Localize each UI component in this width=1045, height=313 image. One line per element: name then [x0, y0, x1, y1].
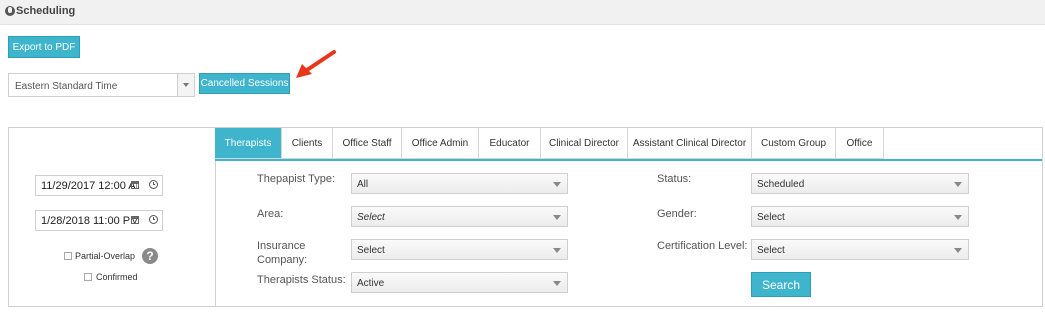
clock-icon[interactable] [149, 180, 158, 189]
search-button[interactable]: Search [751, 272, 811, 297]
date-range-column: 11/29/2017 12:00 AM 1/28/2018 11:00 PM P… [9, 128, 216, 306]
gender-label: Gender: [657, 208, 697, 220]
certification-value: Select [757, 245, 785, 256]
group-tabs: Therapists Clients Office Staff Office A… [215, 128, 884, 160]
page-title: Scheduling [16, 5, 76, 17]
calendar-icon[interactable] [131, 216, 139, 224]
clock-icon[interactable] [149, 215, 158, 224]
end-date-input[interactable]: 1/28/2018 11:00 PM [35, 210, 163, 231]
gender-select[interactable]: Select [751, 206, 969, 227]
gender-value: Select [757, 212, 785, 223]
chevron-down-icon [553, 248, 561, 253]
chevron-down-icon [954, 248, 962, 253]
timezone-value: Eastern Standard Time [15, 81, 118, 92]
insurance-select[interactable]: Select [351, 239, 568, 260]
timezone-dropdown-toggle[interactable] [177, 74, 194, 96]
therapist-type-label: Thepapist Type: [257, 173, 336, 185]
chevron-down-icon [183, 83, 189, 87]
tab-office-staff[interactable]: Office Staff [333, 128, 402, 159]
tab-educator[interactable]: Educator [479, 128, 541, 159]
status-value: Scheduled [757, 179, 805, 190]
tab-clinical-director[interactable]: Clinical Director [541, 128, 628, 159]
confirmed-label: Confirmed [96, 272, 138, 282]
tab-assistant-clinical-director[interactable]: Assistant Clinical Director [628, 128, 752, 159]
tab-clients[interactable]: Clients [282, 128, 333, 159]
chevron-down-icon [954, 215, 962, 220]
therapist-status-label: Therapists Status: [257, 274, 346, 286]
start-date-value: 11/29/2017 12:00 AM [41, 180, 137, 192]
area-value: Select [357, 212, 385, 223]
cancelled-sessions-button[interactable]: Cancelled Sessions [199, 73, 290, 94]
therapist-type-value: All [357, 179, 369, 190]
tab-custom-group[interactable]: Custom Group [752, 128, 836, 159]
certification-label: Certification Level: [657, 240, 748, 252]
chevron-down-icon [553, 182, 561, 187]
chevron-down-icon [553, 215, 561, 220]
certification-select[interactable]: Select [751, 239, 969, 260]
end-date-value: 1/28/2018 11:00 PM [41, 215, 137, 227]
export-pdf-button[interactable]: Export to PDF [8, 36, 80, 58]
insurance-label: Insurance Company: [257, 240, 308, 266]
area-select[interactable]: Select [351, 206, 568, 227]
calendar-icon[interactable] [131, 181, 139, 189]
status-select[interactable]: Scheduled [751, 173, 969, 194]
annotation-arrow-icon [296, 50, 336, 78]
insurance-value: Select [357, 245, 385, 256]
tab-therapists[interactable]: Therapists [215, 128, 282, 159]
therapist-type-select[interactable]: All [351, 173, 568, 194]
therapist-status-select[interactable]: Active [351, 272, 568, 293]
tab-office[interactable]: Office [836, 128, 884, 159]
therapist-status-value: Active [357, 278, 385, 289]
chevron-down-icon [553, 281, 561, 286]
scheduling-filter-panel: 11/29/2017 12:00 AM 1/28/2018 11:00 PM P… [8, 127, 1043, 307]
partial-overlap-label: Partial-Overlap [75, 251, 136, 261]
chevron-down-icon [954, 182, 962, 187]
start-date-input[interactable]: 11/29/2017 12:00 AM [35, 175, 163, 196]
globe-icon [5, 6, 15, 16]
area-label: Area: [257, 208, 284, 220]
tab-office-admin[interactable]: Office Admin [402, 128, 479, 159]
partial-overlap-checkbox[interactable] [64, 252, 72, 260]
confirmed-checkbox[interactable] [84, 273, 92, 281]
status-label: Status: [657, 173, 692, 185]
help-icon[interactable]: ? [142, 248, 158, 264]
timezone-select[interactable]: Eastern Standard Time [8, 73, 195, 97]
tab-underline [215, 159, 1042, 161]
header-bar: Scheduling [0, 0, 1045, 25]
